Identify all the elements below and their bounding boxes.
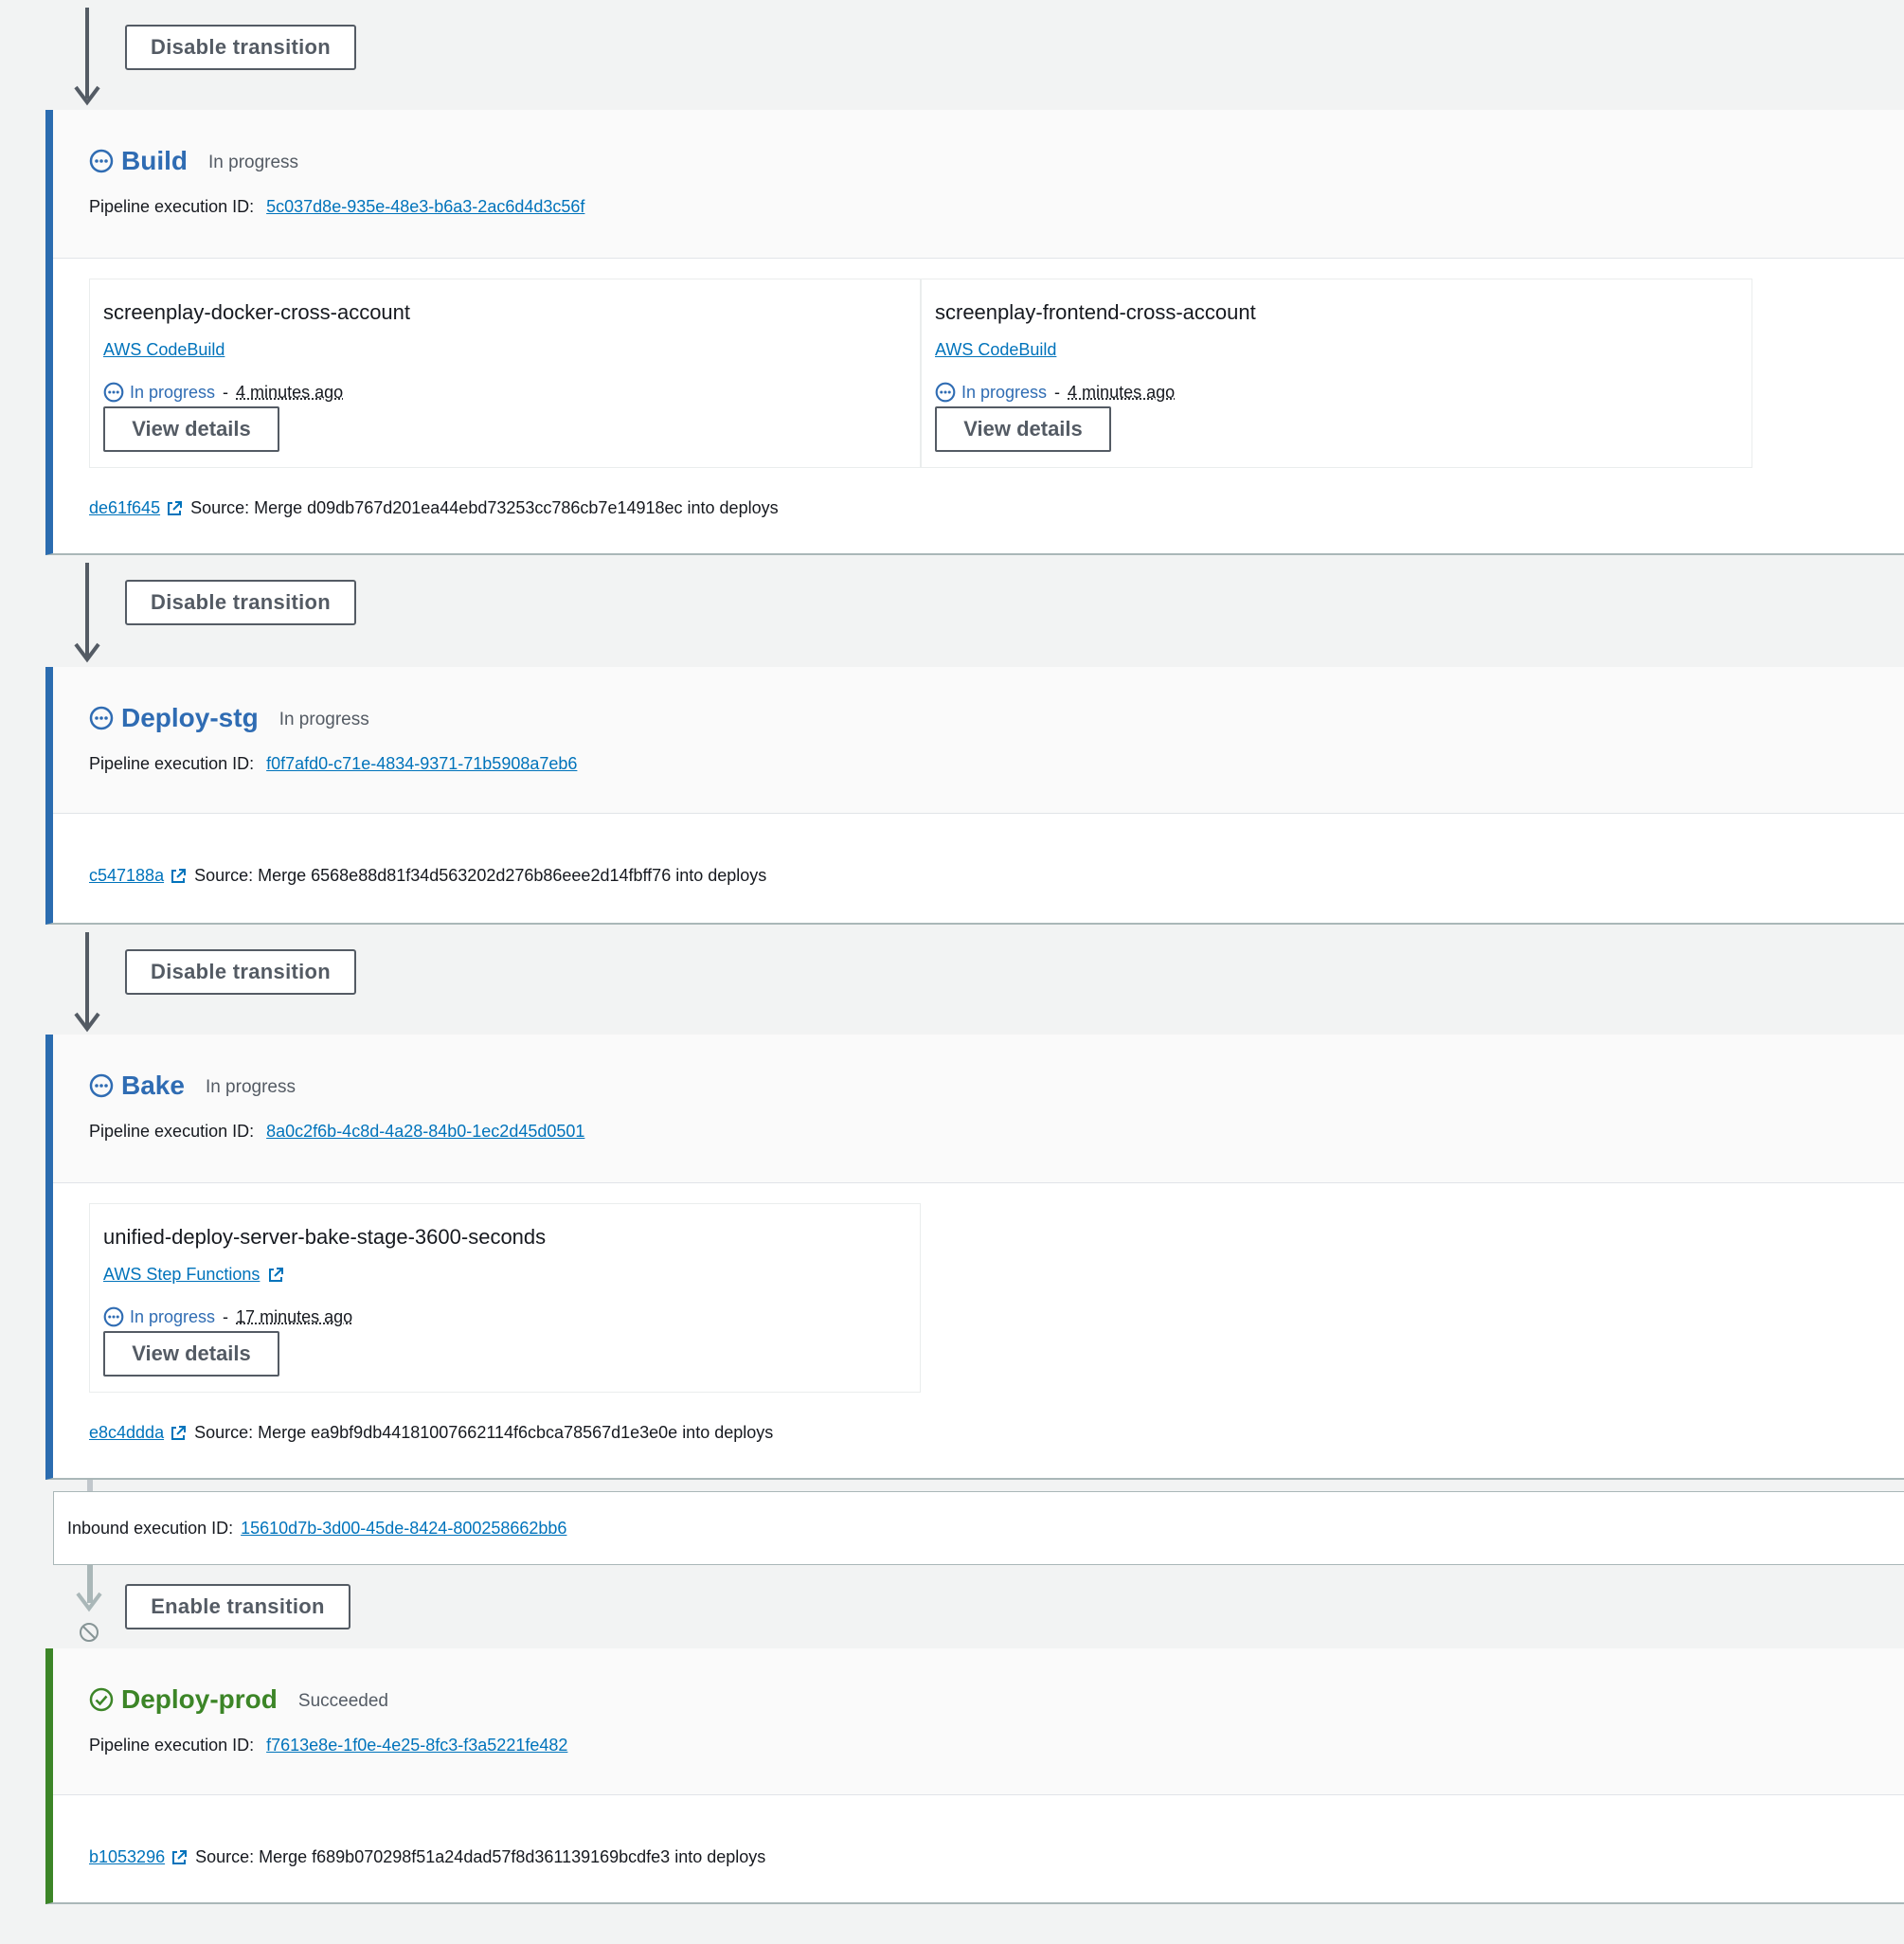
stage-deploy-prod: Deploy-prod Succeeded Pipeline execution…: [45, 1648, 1904, 1904]
action-provider-link[interactable]: AWS CodeBuild: [103, 340, 225, 360]
inbound-execution-id-label: Inbound execution ID:: [67, 1518, 234, 1538]
in-progress-icon: [103, 382, 124, 403]
action-time: 4 minutes ago: [236, 382, 344, 402]
in-progress-icon: [89, 149, 114, 173]
stage-build: Build In progress Pipeline execution ID:…: [45, 110, 1904, 555]
revision-link[interactable]: b1053296: [89, 1847, 165, 1867]
revision-row: c547188a Source: Merge 6568e88d81f34d563…: [89, 866, 766, 886]
pipeline-execution-id-label: Pipeline execution ID:: [89, 197, 255, 216]
transition-connector: [87, 1480, 93, 1491]
action-card: screenplay-docker-cross-account AWS Code…: [89, 279, 921, 468]
stage-name: Deploy-stg: [121, 703, 259, 732]
action-card: screenplay-frontend-cross-account AWS Co…: [921, 279, 1752, 468]
action-provider: AWS Step Functions: [103, 1265, 284, 1285]
pipeline-execution-id-label: Pipeline execution ID:: [89, 754, 255, 773]
status-separator: -: [1054, 382, 1061, 402]
view-details-button[interactable]: View details: [103, 406, 279, 452]
action-status: In progress - 4 minutes ago: [935, 382, 1175, 403]
disable-transition-button[interactable]: Disable transition: [125, 949, 356, 995]
stage-status: In progress: [278, 710, 369, 729]
revision-link[interactable]: e8c4ddda: [89, 1423, 164, 1443]
pipeline-execution-id-link[interactable]: f0f7afd0-c71e-4834-9371-71b5908a7eb6: [266, 754, 577, 773]
enable-transition-button[interactable]: Enable transition: [125, 1584, 350, 1629]
stage-status: In progress: [208, 153, 299, 172]
action-name: screenplay-docker-cross-account: [103, 300, 411, 324]
action-time: 4 minutes ago: [1068, 382, 1176, 402]
revision-summary: Source: Merge f689b070298f51a24dad57f8d3…: [195, 1847, 766, 1866]
pipeline-execution-id-label: Pipeline execution ID:: [89, 1736, 255, 1755]
external-link-icon[interactable]: [267, 1267, 284, 1284]
in-progress-icon: [935, 382, 956, 403]
pipeline-execution-id-row: Pipeline execution ID: 5c037d8e-935e-48e…: [89, 197, 584, 217]
pipeline-execution-id-link[interactable]: 8a0c2f6b-4c8d-4a28-84b0-1ec2d45d0501: [266, 1122, 584, 1141]
revision-row: de61f645 Source: Merge d09db767d201ea44e…: [89, 498, 779, 518]
action-status: In progress - 17 minutes ago: [103, 1306, 352, 1327]
revision-summary: Source: Merge 6568e88d81f34d563202d276b8…: [194, 866, 767, 885]
external-link-icon[interactable]: [171, 1849, 188, 1866]
stage-name: Deploy-prod: [121, 1684, 278, 1714]
stage-header: Deploy-stg In progress Pipeline executio…: [53, 667, 1904, 814]
arrow-down-icon: [76, 1592, 102, 1612]
success-check-icon: [89, 1687, 114, 1712]
view-details-button[interactable]: View details: [935, 406, 1111, 452]
stage-name: Build: [121, 146, 188, 175]
status-separator: -: [223, 1306, 229, 1326]
inbound-execution-id-link[interactable]: 15610d7b-3d00-45de-8424-800258662bb6: [241, 1519, 566, 1539]
in-progress-icon: [103, 1306, 124, 1327]
pipeline-execution-id-row: Pipeline execution ID: f0f7afd0-c71e-483…: [89, 754, 577, 774]
stage-header: Bake In progress Pipeline execution ID: …: [53, 1035, 1904, 1183]
status-separator: -: [223, 382, 229, 402]
stage-header: Build In progress Pipeline execution ID:…: [53, 110, 1904, 259]
action-provider-link[interactable]: AWS CodeBuild: [935, 340, 1056, 360]
action-card: unified-deploy-server-bake-stage-3600-se…: [89, 1203, 921, 1393]
inbound-execution-row: Inbound execution ID: 15610d7b-3d00-45de…: [53, 1491, 1904, 1565]
action-status-text[interactable]: In progress: [130, 1307, 215, 1327]
stage-deploy-stg: Deploy-stg In progress Pipeline executio…: [45, 667, 1904, 925]
pipeline-execution-id-row: Pipeline execution ID: f7613e8e-1f0e-4e2…: [89, 1736, 567, 1755]
view-details-button[interactable]: View details: [103, 1331, 279, 1377]
stage-title: Bake In progress: [89, 1071, 296, 1101]
stage-title: Deploy-prod Succeeded: [89, 1684, 388, 1715]
pipeline-execution-id-link[interactable]: 5c037d8e-935e-48e3-b6a3-2ac6d4d3c56f: [266, 197, 584, 216]
action-status-text[interactable]: In progress: [961, 383, 1047, 403]
pipeline-execution-id-label: Pipeline execution ID:: [89, 1122, 255, 1141]
revision-link[interactable]: de61f645: [89, 498, 160, 518]
action-status: In progress - 4 minutes ago: [103, 382, 343, 403]
stage-title: Deploy-stg In progress: [89, 703, 369, 733]
revision-row: e8c4ddda Source: Merge ea9bf9db441810076…: [89, 1423, 773, 1443]
action-time: 17 minutes ago: [236, 1306, 353, 1326]
external-link-icon[interactable]: [170, 868, 187, 885]
arrow-down-icon: [74, 85, 100, 106]
pipeline-execution-id-link[interactable]: f7613e8e-1f0e-4e25-8fc3-f3a5221fe482: [266, 1736, 567, 1755]
revision-row: b1053296 Source: Merge f689b070298f51a24…: [89, 1847, 765, 1867]
disable-transition-button[interactable]: Disable transition: [125, 580, 356, 625]
stage-status: Succeeded: [297, 1691, 388, 1711]
revision-summary: Source: Merge d09db767d201ea44ebd73253cc…: [190, 498, 779, 517]
revision-summary: Source: Merge ea9bf9db44181007662114f6cb…: [194, 1423, 774, 1442]
external-link-icon[interactable]: [166, 500, 183, 517]
in-progress-icon: [89, 1073, 114, 1098]
action-name: unified-deploy-server-bake-stage-3600-se…: [103, 1225, 547, 1249]
stage-title: Build In progress: [89, 146, 298, 176]
stage-bake: Bake In progress Pipeline execution ID: …: [45, 1035, 1904, 1480]
stage-status: In progress: [205, 1077, 296, 1097]
disable-transition-button[interactable]: Disable transition: [125, 25, 356, 70]
in-progress-icon: [89, 706, 114, 730]
stage-header: Deploy-prod Succeeded Pipeline execution…: [53, 1648, 1904, 1795]
action-provider-link[interactable]: AWS Step Functions: [103, 1265, 260, 1285]
arrow-down-icon: [74, 642, 100, 663]
arrow-down-icon: [74, 1012, 100, 1033]
external-link-icon[interactable]: [170, 1425, 187, 1442]
action-name: screenplay-frontend-cross-account: [935, 300, 1256, 324]
stage-name: Bake: [121, 1071, 185, 1100]
action-status-text[interactable]: In progress: [130, 383, 215, 403]
pipeline-execution-id-row: Pipeline execution ID: 8a0c2f6b-4c8d-4a2…: [89, 1122, 584, 1142]
disabled-icon: [80, 1623, 99, 1642]
revision-link[interactable]: c547188a: [89, 866, 164, 886]
